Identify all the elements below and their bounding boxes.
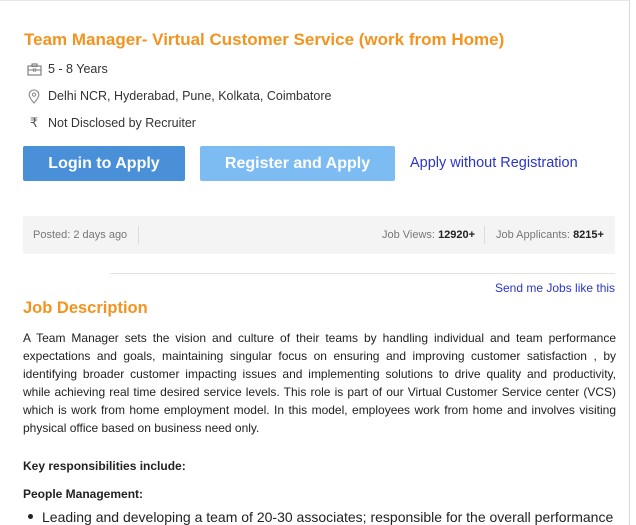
location-pin-icon [26,88,42,104]
rupee-icon: ₹ [29,115,39,130]
stats-divider [138,226,139,244]
job-applicants-label: Job Applicants: [496,229,570,241]
job-title: Team Manager- Virtual Customer Service (… [24,30,505,49]
job-description-heading: Job Description [23,299,148,317]
posted-date: Posted: 2 days ago [33,229,128,241]
send-similar-jobs-link[interactable]: Send me Jobs like this [495,281,615,295]
job-views: Job Views: 12920+ [382,229,475,241]
key-responsibilities-heading: Key responsibilities include: [23,459,186,473]
responsibility-text: Leading and developing a team of 20-30 a… [42,509,614,525]
register-and-apply-button[interactable]: Register and Apply [200,146,395,181]
login-to-apply-button[interactable]: Login to Apply [23,146,185,181]
experience-text: 5 - 8 Years [48,62,108,76]
job-stats-bar: Posted: 2 days ago Job Views: 12920+ Job… [23,216,615,254]
list-item: Leading and developing a team of 20-30 a… [28,509,613,525]
job-applicants-value: 8215+ [573,229,604,241]
locations-text: Delhi NCR, Hyderabad, Pune, Kolkata, Coi… [48,89,332,103]
location-row: Delhi NCR, Hyderabad, Pune, Kolkata, Coi… [26,88,331,104]
briefcase-icon [26,61,42,77]
people-management-heading: People Management: [23,487,144,501]
bullet-icon [28,514,33,519]
apply-without-registration-link[interactable]: Apply without Registration [410,155,578,171]
salary-text: Not Disclosed by Recruiter [48,116,196,130]
salary-row: ₹ Not Disclosed by Recruiter [26,115,196,131]
stats-divider [484,226,485,244]
section-divider [110,273,615,274]
experience-row: 5 - 8 Years [26,61,108,77]
job-views-value: 12920+ [438,229,476,241]
job-views-label: Job Views: [382,229,435,241]
job-card: Team Manager- Virtual Customer Service (… [0,0,630,525]
job-applicants: Job Applicants: 8215+ [496,229,604,241]
job-description-text: A Team Manager sets the vision and cultu… [23,331,616,435]
